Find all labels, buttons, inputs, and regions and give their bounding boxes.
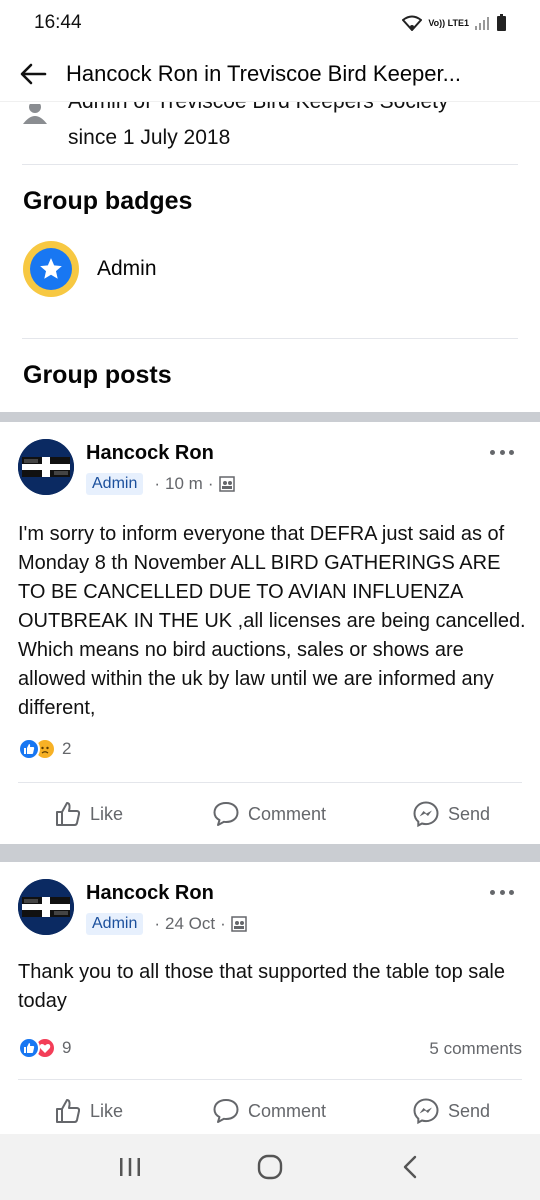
more-options-button[interactable] (486, 882, 518, 902)
comment-icon (213, 1099, 239, 1123)
divider (18, 782, 522, 783)
admin-role-text: Admin of Treviscoe Bird Keepers Society (68, 102, 449, 114)
more-options-button[interactable] (486, 442, 518, 462)
network-indicator: Vo)) LTE1 (428, 17, 469, 28)
post-card: Hancock Ron Admin · 24 Oct · Thank you t… (0, 862, 540, 1134)
post-actions: Like Comment Send (0, 1091, 540, 1131)
divider (18, 1079, 522, 1080)
person-icon (23, 104, 47, 124)
post-actions: Like Comment Send (0, 794, 540, 834)
back-nav-button[interactable] (380, 1142, 440, 1192)
thumbs-up-icon (56, 1099, 81, 1123)
chevron-left-icon (403, 1155, 417, 1179)
members-icon (231, 916, 247, 932)
group-posts-title: Group posts (23, 361, 172, 389)
status-icons: Vo)) LTE1 (402, 13, 506, 31)
separator-dot: · (220, 914, 226, 933)
post-text: Thank you to all those that supported th… (18, 961, 505, 1012)
send-button[interactable]: Send (412, 794, 490, 834)
reaction-count: 9 (62, 1038, 72, 1057)
divider (22, 164, 518, 165)
group-badges-title: Group badges (23, 187, 193, 215)
comments-count[interactable]: 5 comments (429, 1039, 522, 1059)
reaction-count: 2 (62, 739, 72, 758)
battery-icon (497, 13, 506, 31)
home-icon (257, 1154, 283, 1180)
post-separator (0, 844, 540, 862)
messenger-icon (413, 1098, 439, 1125)
section-separator (0, 412, 540, 422)
admin-tag: Admin (86, 913, 144, 935)
page-title: Hancock Ron in Treviscoe Bird Keeper... (66, 60, 461, 86)
separator-dot: · (154, 914, 161, 933)
home-button[interactable] (240, 1142, 300, 1192)
comment-label: Comment (248, 1100, 327, 1121)
status-bar: 16:44 Vo)) LTE1 (0, 0, 540, 46)
send-button[interactable]: Send (412, 1091, 490, 1131)
send-label: Send (448, 1100, 491, 1121)
post-time[interactable]: 10 m (165, 474, 203, 494)
badge-admin[interactable]: Admin (23, 241, 157, 297)
comment-label: Comment (248, 803, 327, 824)
divider (22, 338, 518, 339)
recents-icon (120, 1158, 140, 1176)
messenger-icon (413, 801, 439, 828)
back-button[interactable] (0, 46, 66, 102)
reactions-summary[interactable]: 9 (18, 1037, 71, 1059)
comment-button[interactable]: Comment (212, 1091, 326, 1131)
like-button[interactable]: Like (54, 794, 123, 834)
recent-apps-button[interactable] (100, 1142, 160, 1192)
comment-icon (213, 802, 239, 826)
post-card: Hancock Ron Admin · 10 m · I'm sorry to … (0, 422, 540, 844)
separator-dot: · (154, 474, 161, 493)
separator-dot: · (207, 474, 214, 493)
wifi-icon (402, 15, 423, 31)
like-label: Like (90, 1100, 124, 1121)
thumbs-up-icon (56, 802, 81, 826)
app-bar: Hancock Ron in Treviscoe Bird Keeper... (0, 46, 540, 102)
avatar[interactable] (18, 879, 74, 935)
arrow-left-icon (20, 63, 47, 84)
comment-button[interactable]: Comment (212, 794, 326, 834)
badge-label: Admin (97, 257, 157, 280)
admin-tag: Admin (86, 473, 144, 495)
reactions-summary[interactable]: 2 (18, 738, 71, 760)
status-time: 16:44 (34, 12, 82, 33)
post-meta: Admin · 24 Oct · (86, 913, 247, 935)
admin-since-info: Admin of Treviscoe Bird Keepers Society … (0, 102, 540, 164)
system-nav-bar (0, 1134, 540, 1200)
post-author[interactable]: Hancock Ron (86, 882, 214, 905)
like-reaction-icon (18, 1037, 40, 1059)
like-button[interactable]: Like (54, 1091, 123, 1131)
post-meta: Admin · 10 m · (86, 473, 235, 495)
post-time[interactable]: 24 Oct (165, 914, 215, 934)
signal-icon (475, 17, 489, 30)
post-author[interactable]: Hancock Ron (86, 442, 214, 465)
avatar[interactable] (18, 439, 74, 495)
members-icon (218, 476, 235, 492)
admin-since-text: since 1 July 2018 (68, 126, 231, 149)
send-label: Send (448, 803, 491, 824)
like-label: Like (90, 803, 124, 824)
post-text: I'm sorry to inform everyone that DEFRA … (18, 523, 526, 719)
like-reaction-icon (18, 738, 40, 760)
star-badge-icon (23, 241, 79, 297)
